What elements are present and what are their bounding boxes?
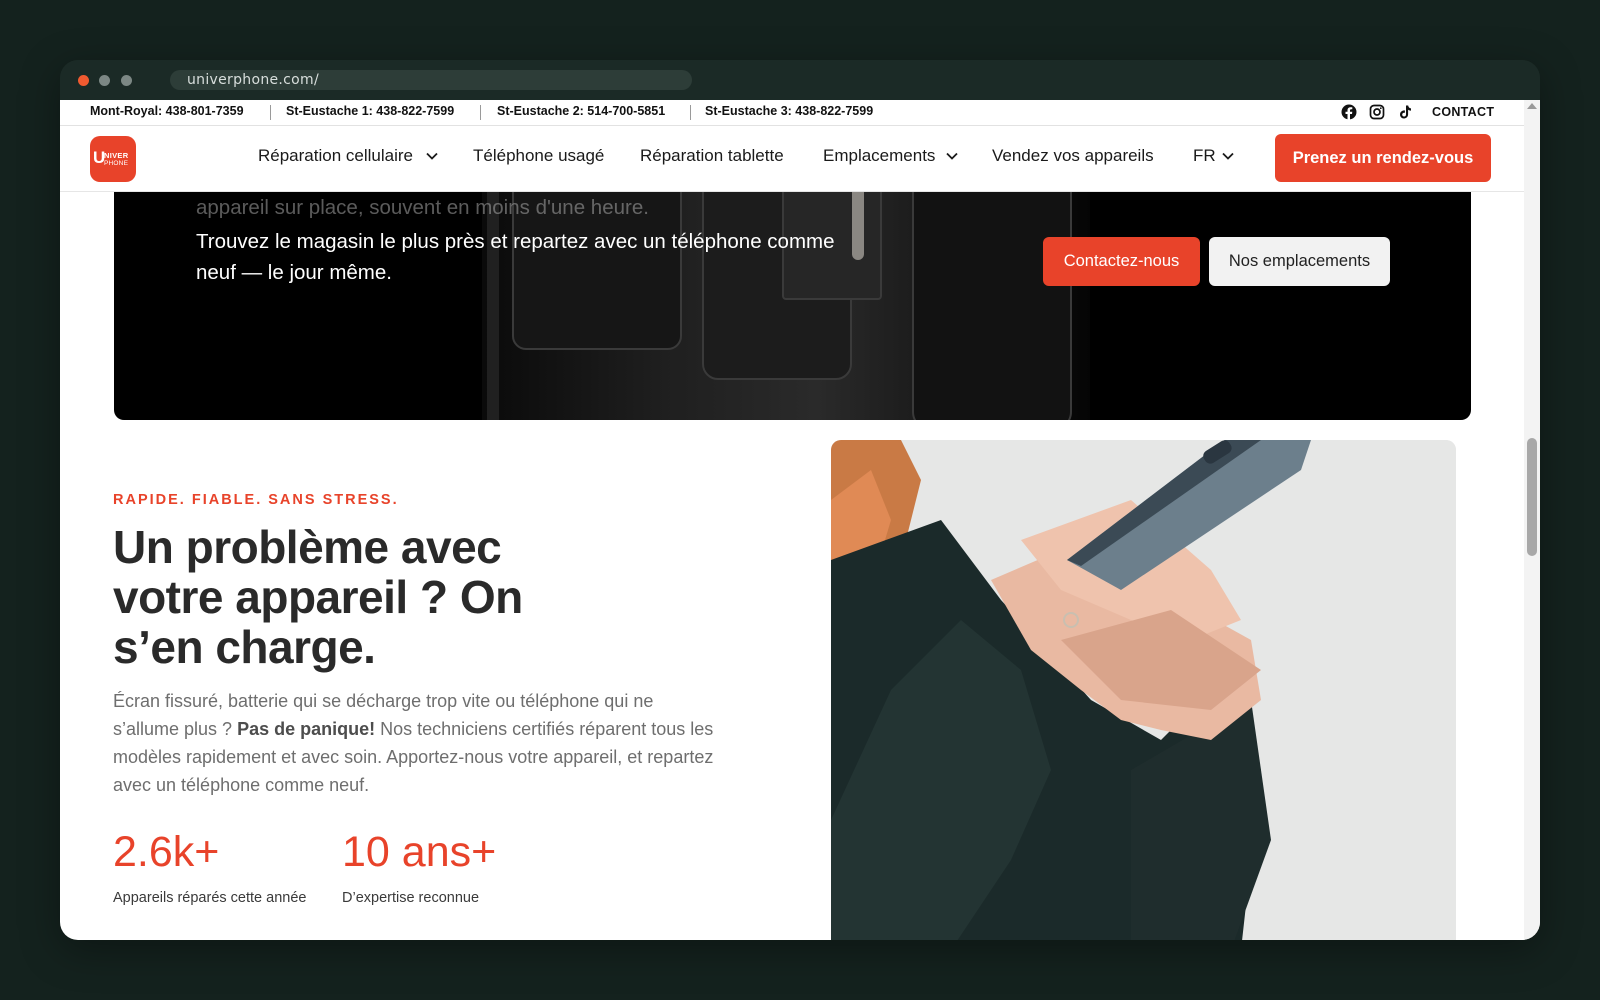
phone-st-eustache-3[interactable]: St-Eustache 3: 438-822-7599 bbox=[705, 104, 873, 118]
emphasis-text: Pas de panique! bbox=[237, 719, 376, 739]
nav-item-reparation-tablette[interactable]: Réparation tablette bbox=[640, 146, 784, 166]
book-appointment-button[interactable]: Prenez un rendez-vous bbox=[1275, 134, 1491, 182]
stat-expertise-value: 10 ans+ bbox=[342, 828, 497, 876]
language-selector[interactable]: FR bbox=[1193, 146, 1216, 166]
section-paragraph: Écran fissuré, batterie qui se décharge … bbox=[113, 691, 714, 795]
nav-item-vendez-vos-appareils[interactable]: Vendez vos appareils bbox=[992, 146, 1154, 166]
divider bbox=[690, 105, 691, 120]
nav-item-telephone-usage[interactable]: Téléphone usagé bbox=[473, 146, 604, 166]
nav-item-emplacements[interactable]: Emplacements bbox=[823, 146, 935, 166]
stat-repairs-value: 2.6k+ bbox=[113, 828, 220, 876]
contact-link[interactable]: CONTACT bbox=[1432, 105, 1494, 119]
univerphone-logo[interactable]: U NIVER PHONE bbox=[90, 136, 136, 182]
woman-holding-phone-image bbox=[831, 440, 1456, 940]
main-nav: U NIVER PHONE Réparation cellulaire Télé… bbox=[60, 126, 1524, 192]
nav-item-reparation-cellulaire[interactable]: Réparation cellulaire bbox=[258, 146, 413, 166]
phone-st-eustache-2[interactable]: St-Eustache 2: 514-700-5851 bbox=[497, 104, 665, 118]
scroll-up-arrow-icon[interactable] bbox=[1527, 103, 1537, 109]
stat-expertise-label: D’expertise reconnue bbox=[342, 890, 480, 906]
chevron-down-icon[interactable] bbox=[1222, 152, 1234, 160]
minimize-window-button[interactable] bbox=[99, 75, 110, 86]
phone-mont-royal[interactable]: Mont-Royal: 438-801-7359 bbox=[90, 104, 244, 118]
tiktok-icon[interactable] bbox=[1397, 104, 1413, 120]
instagram-icon[interactable] bbox=[1369, 104, 1385, 120]
contact-us-button[interactable]: Contactez-nous bbox=[1043, 237, 1200, 286]
hero-faded-text: appareil sur place, souvent en moins d'u… bbox=[196, 196, 649, 219]
phone-st-eustache-1[interactable]: St-Eustache 1: 438-822-7599 bbox=[286, 104, 454, 118]
facebook-icon[interactable] bbox=[1341, 104, 1357, 120]
divider bbox=[270, 105, 271, 120]
section-eyebrow: RAPIDE. FIABLE. SANS STRESS. bbox=[113, 492, 399, 508]
divider bbox=[480, 105, 481, 120]
chevron-down-icon[interactable] bbox=[946, 152, 958, 160]
stat-repairs-label: Appareils réparés cette année bbox=[113, 890, 307, 906]
chevron-down-icon[interactable] bbox=[426, 152, 438, 160]
page-viewport: appareil sur place, souvent en moins d'u… bbox=[60, 100, 1540, 940]
browser-window: univerphone.com/ appareil sur place, sou… bbox=[60, 60, 1540, 940]
section-heading: Un problème avec votre appareil ? On s’e… bbox=[113, 521, 523, 673]
browser-titlebar: univerphone.com/ bbox=[60, 60, 1540, 100]
close-window-button[interactable] bbox=[78, 75, 89, 86]
top-info-bar: Mont-Royal: 438-801-7359 St-Eustache 1: … bbox=[60, 100, 1524, 126]
scrollbar-thumb[interactable] bbox=[1527, 438, 1537, 556]
address-bar[interactable]: univerphone.com/ bbox=[170, 70, 692, 90]
maximize-window-button[interactable] bbox=[121, 75, 132, 86]
our-locations-button[interactable]: Nos emplacements bbox=[1209, 237, 1390, 286]
hero-text: Trouvez le magasin le plus près et repar… bbox=[196, 230, 835, 284]
